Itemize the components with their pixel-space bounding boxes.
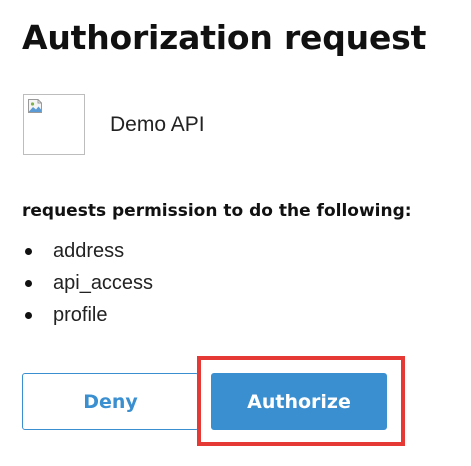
scope-list: address api_access profile: [22, 235, 153, 331]
scope-label: profile: [53, 303, 108, 326]
page-title: Authorization request: [22, 18, 427, 57]
bullet-icon: [25, 279, 32, 287]
deny-button[interactable]: Deny: [22, 373, 199, 430]
client-logo: [23, 94, 85, 155]
authorize-button[interactable]: Authorize: [211, 373, 387, 430]
bullet-icon: [25, 311, 32, 319]
client-name: Demo API: [110, 112, 205, 136]
scope-label: api_access: [53, 271, 154, 294]
client-info: Demo API: [23, 94, 205, 155]
permissions-heading: requests permission to do the following:: [22, 201, 412, 221]
broken-image-icon: [28, 99, 42, 113]
scope-label: address: [53, 239, 125, 262]
scope-item-profile: profile: [22, 299, 153, 331]
scope-item-api-access: api_access: [22, 267, 153, 299]
scope-item-address: address: [22, 235, 153, 267]
bullet-icon: [25, 247, 32, 255]
